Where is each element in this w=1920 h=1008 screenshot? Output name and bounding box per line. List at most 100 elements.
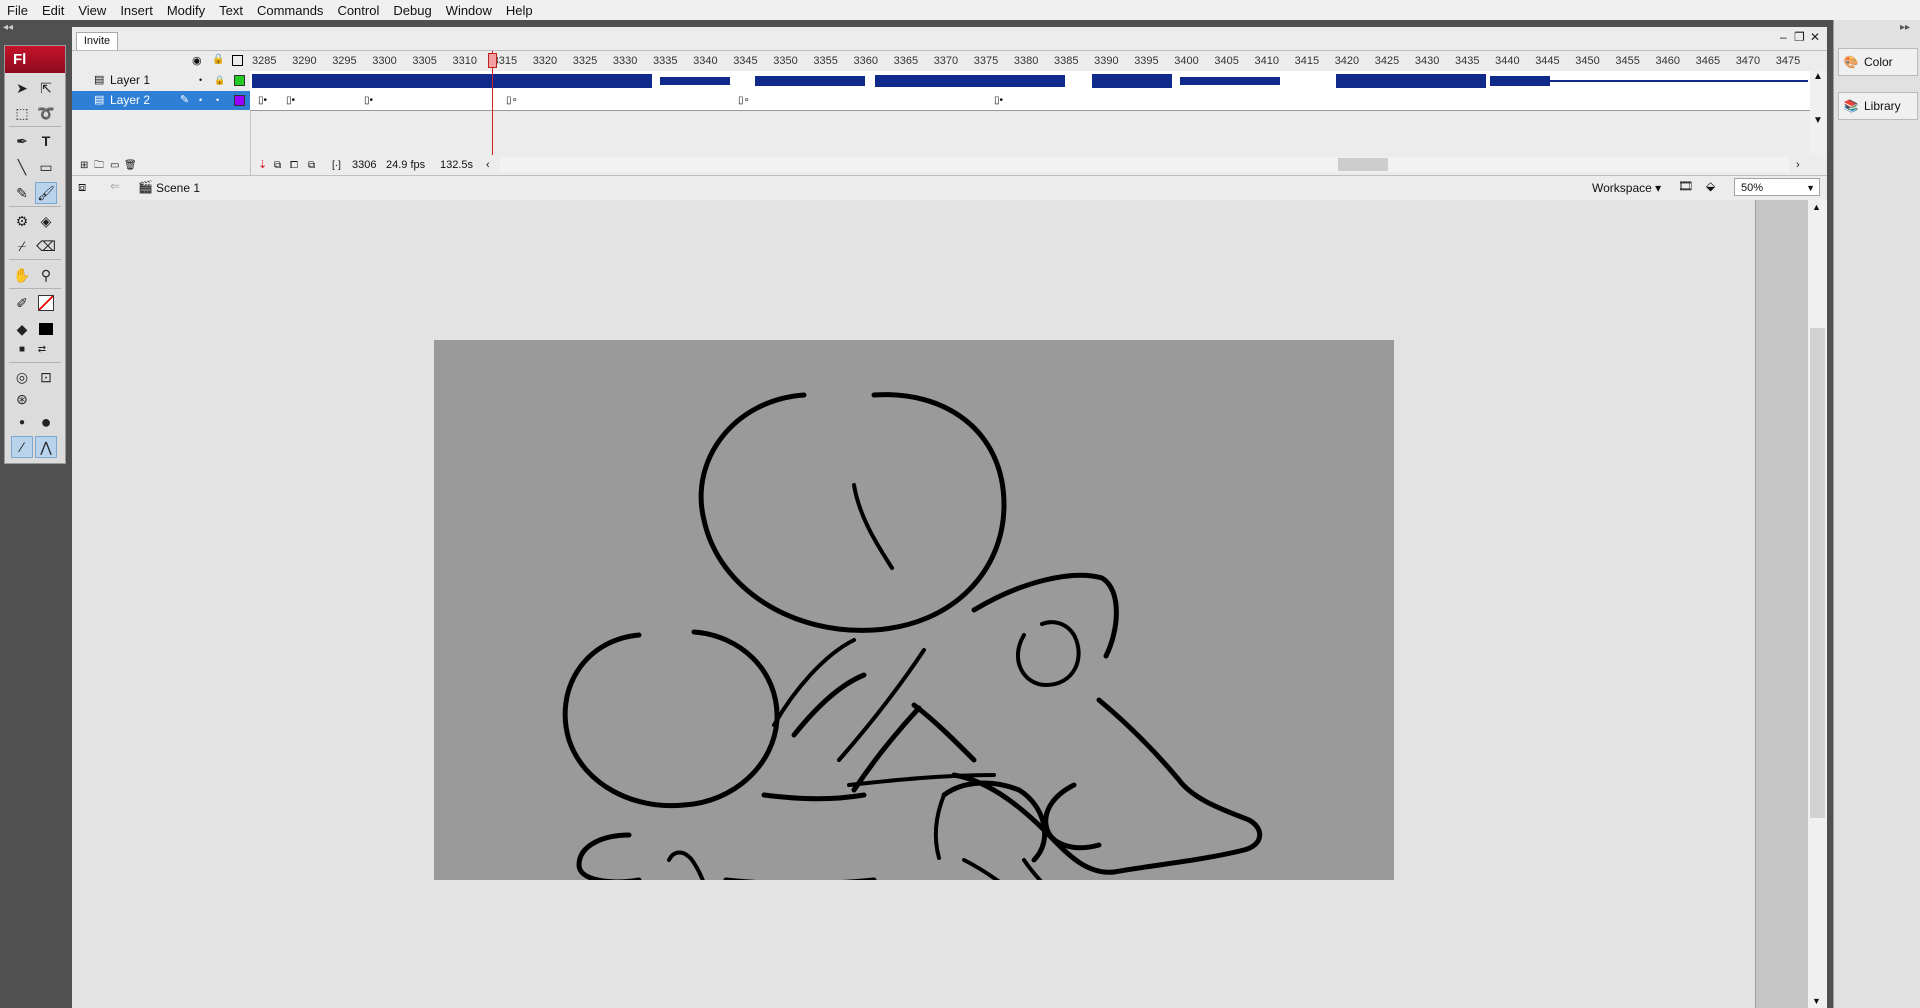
frame-tick: 3320 [532,55,558,67]
menu-file[interactable]: File [0,3,35,18]
stage-canvas[interactable] [434,340,1394,880]
scroll-down-icon[interactable]: ▼ [1812,996,1821,1006]
back-arrow-icon[interactable]: ⇐ [110,179,120,193]
menu-insert[interactable]: Insert [113,3,160,18]
text-tool-icon[interactable]: T [35,130,57,152]
edit-scene-icon[interactable]: 🎞 [1678,179,1693,193]
playhead[interactable] [488,53,497,68]
current-frame[interactable]: 3306 [352,155,376,176]
close-icon[interactable]: ✕ [1810,30,1820,44]
scroll-right-icon[interactable]: › [1796,155,1800,176]
tools-collapse-icon[interactable]: ◂◂ [3,22,67,34]
menu-text[interactable]: Text [212,3,250,18]
menu-debug[interactable]: Debug [386,3,438,18]
layer-color-swatch[interactable] [234,95,245,106]
zoom-select[interactable]: 50% ▼ [1734,178,1820,196]
subselection-tool-icon[interactable]: ⇱ [35,77,57,99]
pressure-icon[interactable]: ⁄ [11,436,33,458]
tilt-icon[interactable]: ⋀ [35,436,57,458]
onion-markers-icon[interactable]: [·] [332,155,341,176]
library-panel-button[interactable]: 📚 Library [1838,92,1918,120]
center-frame-icon[interactable]: ⇣ [258,155,267,176]
scroll-left-icon[interactable]: ‹ [486,155,490,176]
layer-row-2[interactable]: ▤ Layer 2 ✎ • • [72,91,250,110]
hand-tool-icon[interactable]: ✋ [11,264,33,286]
timeline-hscroll[interactable] [500,157,1790,172]
stage-vscroll[interactable]: ▲ ▼ [1808,200,1827,1008]
menu-help[interactable]: Help [499,3,540,18]
stroke-swatch-icon[interactable] [35,292,57,314]
black-white-icon[interactable]: ■ [11,338,33,360]
brush-size-icon[interactable]: ● [11,411,33,433]
keyframe[interactable]: ▯• [286,95,295,106]
brush-shape-icon[interactable]: ● [35,411,57,433]
workspace-menu[interactable]: Workspace ▾ [1592,181,1661,195]
frame-tick: 3285 [252,55,277,67]
outline-icon[interactable] [232,55,243,66]
keyframe[interactable]: ▯• [364,95,373,106]
rectangle-tool-icon[interactable]: ▭ [35,156,57,178]
stroke-color-icon[interactable]: ✐ [11,292,33,314]
eye-icon[interactable]: ◉ [192,54,202,67]
bone-tool-icon[interactable]: ⚙ [11,210,33,232]
layer-row-1[interactable]: ▤ Layer 1 • 🔒 [72,71,250,90]
folder-icon[interactable]: ▭ [110,155,119,176]
timeline-vscroll[interactable]: ▲ ▼ [1810,71,1826,155]
new-layer-icon[interactable]: ⊞ [80,155,88,176]
minimize-icon[interactable]: – [1780,30,1787,44]
object-drawing-icon[interactable]: ◎ [11,366,33,388]
frame-rate[interactable]: 24.9 fps [386,155,425,176]
frame-tick: 3290 [292,55,317,67]
paint-bucket-tool-icon[interactable]: ◈ [35,210,57,232]
brush-tool-icon[interactable]: 🖌 [35,182,57,204]
layer-lock-icon[interactable]: 🔒 [214,71,225,90]
swap-colors-icon[interactable]: ⇄ [31,338,53,360]
menu-view[interactable]: View [71,3,113,18]
layer-1-frames[interactable] [250,71,1810,91]
layer-2-frames[interactable]: ▯• ▯• ▯• ▯∘ ▯∘ ▯• [250,91,1810,111]
lock-icon[interactable]: 🔒 [212,54,224,65]
eyedropper-tool-icon[interactable]: ⌿ [11,235,33,257]
expand-panels-icon[interactable]: ▸▸ [1900,22,1910,33]
edit-symbols-icon[interactable]: ⬙ [1706,179,1715,193]
edit-multiple-icon[interactable]: ⧉ [308,155,315,176]
lock-fill-icon[interactable]: ⊡ [35,366,57,388]
layer-name: Layer 1 [110,73,151,87]
restore-icon[interactable]: ❐ [1794,30,1805,44]
menu-window[interactable]: Window [439,3,499,18]
keyframe[interactable]: ▯∘ [506,95,518,106]
layer-color-swatch[interactable] [234,75,245,86]
menu-control[interactable]: Control [330,3,386,18]
brush-mode-icon[interactable]: ⊛ [11,388,33,410]
frame-tick: 3395 [1134,55,1159,67]
eraser-tool-icon[interactable]: ⌫ [35,235,57,257]
scene-name[interactable]: Scene 1 [156,181,200,195]
lasso-tool-icon[interactable]: ➰ [35,102,57,124]
timeline-toggle-icon[interactable]: ⧈ [78,179,86,195]
delete-layer-icon[interactable]: 🗑 [124,155,137,176]
frame-grid[interactable]: ▯• ▯• ▯• ▯∘ ▯∘ ▯• [250,71,1810,111]
document-tab[interactable]: Invite [76,32,118,50]
keyframe[interactable]: ▯• [258,95,267,106]
menu-edit[interactable]: Edit [35,3,71,18]
menu-commands[interactable]: Commands [250,3,330,18]
scroll-up-icon[interactable]: ▲ [1812,202,1821,212]
frame-tick: 3400 [1174,55,1199,67]
pencil-tool-icon[interactable]: ✎ [11,182,33,204]
onion-outline-icon[interactable]: ⧠ [290,155,298,176]
line-tool-icon[interactable]: ╲ [11,156,33,178]
zoom-tool-icon[interactable]: ⚲ [35,264,57,286]
new-folder-icon[interactable]: 🗀 [94,155,104,176]
frame-ruler[interactable]: 3285 3290 3295 3300 3305 3310 3315 3320 3325 3330… [250,51,1810,72]
selection-tool-icon[interactable]: ➤ [11,77,33,99]
free-transform-tool-icon[interactable]: ⬚ [11,102,33,124]
keyframe[interactable]: ▯∘ [738,95,750,106]
onion-skin-icon[interactable]: ⧉ [274,155,281,176]
menu-modify[interactable]: Modify [160,3,212,18]
pen-tool-icon[interactable]: ✒ [11,130,33,152]
fill-swatch-icon[interactable] [35,318,57,340]
keyframe[interactable]: ▯• [994,95,1003,106]
frame-tick: 3340 [693,55,718,67]
fill-color-icon[interactable]: ◆ [11,318,33,340]
color-panel-button[interactable]: 🎨 Color [1838,48,1918,76]
